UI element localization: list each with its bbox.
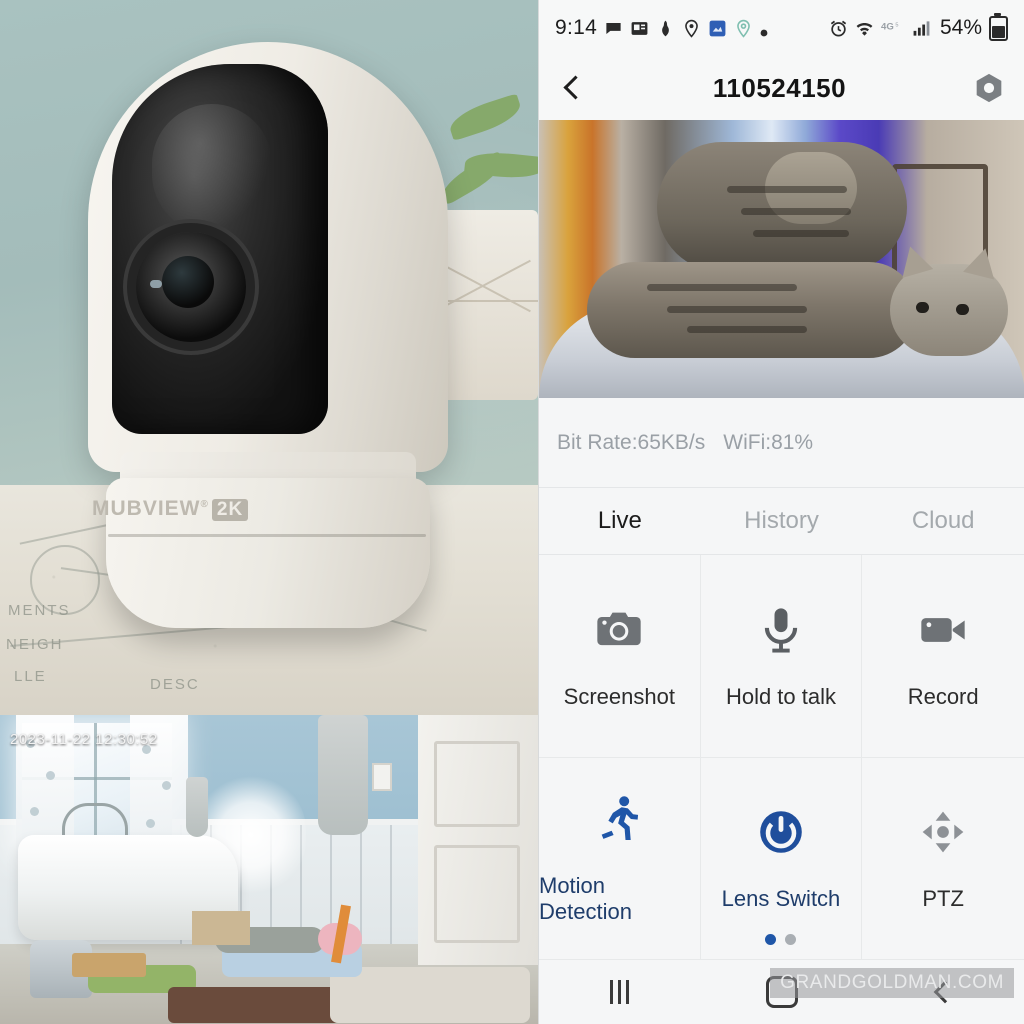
hex-gear-icon[interactable] <box>972 71 1006 105</box>
left-photo-column: MENTS NEIGH LLE DESC MUBVIEW® 2K 2023-11… <box>0 0 538 1024</box>
battery-icon <box>989 12 1008 41</box>
dot-icon <box>760 24 768 37</box>
control-label-ptz: PTZ <box>922 886 964 912</box>
directional-pad-icon <box>915 804 971 860</box>
camera-brand-logo: MUBVIEW® 2K <box>92 497 249 521</box>
map-text-left3: LLE <box>14 668 47 685</box>
page-dot-1[interactable] <box>765 934 777 945</box>
control-grid: Screenshot Hold to talk Record Motion De… <box>539 555 1024 960</box>
map-text-left: MENTS <box>8 602 71 619</box>
lens-reflection <box>150 280 162 288</box>
app-bar: 110524150 <box>539 56 1024 120</box>
dome-highlight <box>152 104 272 234</box>
live-video-feed[interactable] <box>539 120 1024 398</box>
phone-screenshot: 9:14 4G 5 54% 110524150 Bit Rate:65KB/s … <box>538 0 1024 1024</box>
system-nav-bar: GRANDGOLDMAN.COM <box>539 960 1024 1024</box>
control-screenshot[interactable]: Screenshot <box>539 555 701 758</box>
video-camera-icon <box>915 602 971 658</box>
recents-icon <box>610 980 630 1004</box>
tab-live[interactable]: Live <box>539 488 701 554</box>
hanging-towel-1 <box>318 715 368 835</box>
control-record[interactable]: Record <box>862 555 1024 758</box>
control-label-hold-to-talk: Hold to talk <box>725 683 837 709</box>
light-switch <box>372 763 392 791</box>
bathroom-door <box>418 715 538 965</box>
status-bar-right: 4G 5 54% <box>829 12 1008 41</box>
control-hold-to-talk[interactable]: Hold to talk <box>700 555 863 758</box>
brand-registered-mark: ® <box>200 499 209 510</box>
cat-front-head <box>890 242 1008 356</box>
calendar-app-icon <box>708 19 727 38</box>
door-panel-top <box>434 741 520 827</box>
map-text-left2: NEIGH <box>6 636 64 653</box>
page-indicator <box>701 934 862 945</box>
bathroom-camera-photo: 2023-11-22 12:30:52 <box>0 715 538 1024</box>
control-motion-detection[interactable]: Motion Detection <box>539 757 701 960</box>
location-pin-outline-icon <box>734 19 753 38</box>
feed-timestamp: 2023-11-22 12:30:52 <box>10 731 158 748</box>
control-label-motion-detection: Motion Detection <box>539 873 632 925</box>
control-label-lens-switch: Lens Switch <box>721 886 841 912</box>
wifi-strength-label: WiFi:81% <box>723 430 814 454</box>
screenshot-root: MENTS NEIGH LLE DESC MUBVIEW® 2K 2023-11… <box>0 0 1024 1024</box>
svg-text:5: 5 <box>895 22 898 28</box>
camera-icon <box>591 602 647 658</box>
running-person-icon <box>591 791 647 847</box>
page-title: 110524150 <box>712 72 847 103</box>
message-icon <box>604 19 623 38</box>
app-icon <box>656 19 675 38</box>
network-info-bar: Bit Rate:65KB/s WiFi:81% <box>539 398 1024 488</box>
map-text-center: DESC <box>150 676 200 693</box>
control-label-screenshot: Screenshot <box>563 683 675 709</box>
status-time: 9:14 <box>555 16 598 39</box>
alarm-icon <box>829 19 848 38</box>
4g-icon: 4G 5 <box>881 19 905 38</box>
location-pin-icon <box>682 19 701 38</box>
signal-bars-icon <box>912 19 931 38</box>
svg-text:4G: 4G <box>881 21 894 32</box>
white-rug <box>330 967 530 1023</box>
brown-rug <box>168 987 348 1023</box>
power-icon <box>753 804 809 860</box>
brand-name: MUBVIEW <box>92 497 201 520</box>
cat-rear <box>657 142 907 272</box>
control-label-record: Record <box>907 683 979 709</box>
watermark: GRANDGOLDMAN.COM <box>770 968 1014 998</box>
bit-rate-label: Bit Rate:65KB/s <box>557 430 706 454</box>
status-bar-left: 9:14 <box>555 16 821 40</box>
recents-button[interactable] <box>539 980 701 1004</box>
wooden-feeder <box>72 953 146 977</box>
page-dot-2[interactable] <box>785 934 797 945</box>
news-icon <box>630 19 649 38</box>
camera-seam <box>108 534 426 537</box>
tab-cloud[interactable]: Cloud <box>862 488 1024 554</box>
wifi-icon <box>855 19 874 38</box>
door-panel-bottom <box>434 845 520 943</box>
control-lens-switch[interactable]: Lens Switch <box>700 757 863 960</box>
status-bar: 9:14 4G 5 54% <box>539 0 1024 56</box>
control-ptz[interactable]: PTZ <box>862 758 1024 960</box>
chevron-left-icon[interactable] <box>557 73 587 103</box>
cat-front-body <box>587 262 917 358</box>
product-photo: MENTS NEIGH LLE DESC MUBVIEW® 2K <box>0 0 538 715</box>
microphone-icon <box>753 602 809 658</box>
tab-bar: Live History Cloud <box>539 488 1024 555</box>
cardboard-box <box>192 911 250 945</box>
brand-resolution-badge: 2K <box>211 499 249 521</box>
tab-history[interactable]: History <box>701 488 863 554</box>
battery-percent: 54% <box>939 16 982 39</box>
towel-rack-towel <box>186 777 208 837</box>
